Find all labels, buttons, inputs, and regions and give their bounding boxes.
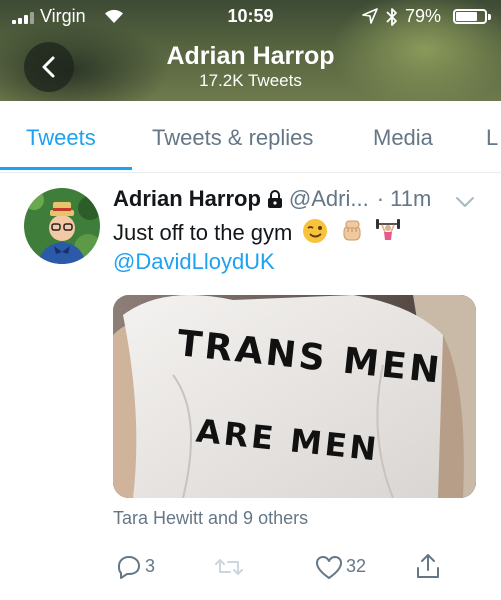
tweet-header: Adrian Harrop @Adri... · 11m <box>113 186 431 212</box>
tab-tweets-and-replies[interactable]: Tweets & replies <box>152 125 313 151</box>
tab-media[interactable]: Media <box>373 125 433 151</box>
lock-icon <box>267 190 282 208</box>
retweet-icon[interactable] <box>214 556 244 578</box>
tweet-body: Just off to the gym <box>113 220 293 245</box>
battery-icon <box>453 9 487 24</box>
share-icon[interactable] <box>415 552 441 580</box>
profile-tabs: Tweets Tweets & replies Media L <box>0 101 501 173</box>
reply-count: 3 <box>145 556 156 576</box>
like-count: 32 <box>346 556 367 576</box>
bluetooth-icon <box>386 8 397 26</box>
avatar[interactable] <box>24 188 100 264</box>
chevron-down-icon[interactable] <box>455 196 475 208</box>
raised-fist-emoji <box>343 220 361 241</box>
profile-name: Adrian Harrop <box>166 42 335 70</box>
battery-nub <box>488 14 491 20</box>
tweet-text: Just off to the gym <box>113 218 401 246</box>
tab-tweets[interactable]: Tweets <box>26 125 96 151</box>
battery-percent: 79% <box>405 6 442 26</box>
location-arrow-icon <box>362 8 378 24</box>
tweet-count: 17.2K Tweets <box>199 71 302 90</box>
profile-header: Virgin 10:59 79% Adrian Harrop 17.2K Twe… <box>0 0 501 101</box>
battery-level <box>456 12 477 21</box>
winking-face-emoji <box>303 219 328 243</box>
weightlifter-emoji <box>375 219 400 240</box>
tshirt-photo <box>113 295 476 498</box>
tweet-mention-link[interactable]: @DavidLloydUK <box>113 249 275 275</box>
tweet-author-name[interactable]: Adrian Harrop <box>113 186 261 211</box>
tweet-timestamp[interactable]: · 11m <box>377 186 432 211</box>
avatar-image <box>24 188 100 264</box>
reply-icon[interactable] <box>116 554 142 580</box>
tab-likes[interactable]: L <box>486 125 498 151</box>
liked-by-text[interactable]: Tara Hewitt and 9 others <box>113 508 308 529</box>
status-bar: Virgin 10:59 79% <box>0 0 501 34</box>
active-tab-indicator <box>0 167 132 170</box>
tweet-actions: 3 32 <box>0 552 501 586</box>
heart-icon[interactable] <box>315 555 343 581</box>
tweet-media-image[interactable]: TRANS MEN ARE MEN <box>113 295 476 498</box>
tweet-author-handle[interactable]: @Adri... <box>289 186 369 211</box>
